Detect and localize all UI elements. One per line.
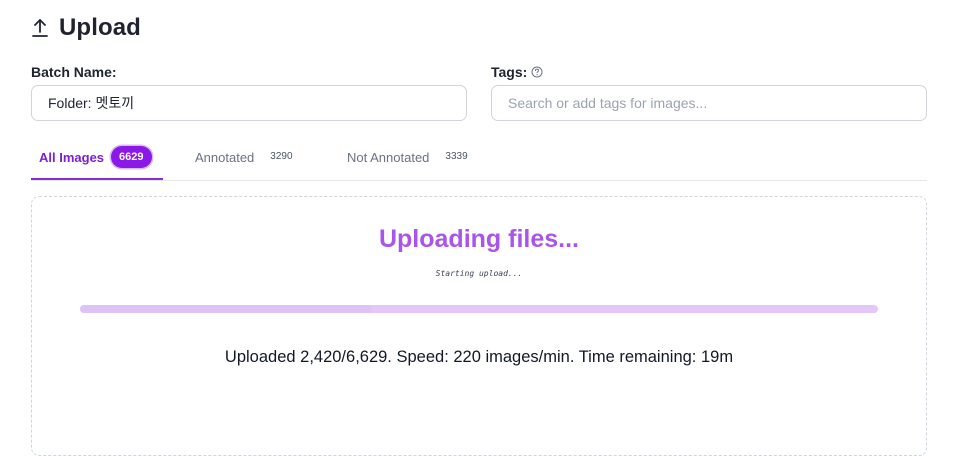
tags-label-row: Tags: [491,64,543,80]
question-circle-icon[interactable] [531,66,543,78]
upload-arrow-icon [32,19,48,37]
upload-dropzone[interactable]: Uploading files... Starting upload... Up… [31,196,927,456]
uploading-title: Uploading files... [378,225,579,253]
upload-stats-text: Uploaded 2,420/6,629. Speed: 220 images/… [224,348,734,366]
image-filter-tabs: All Images 6629 Annotated 3290 Not Annot… [31,140,927,181]
page-header: Upload [31,12,141,44]
upload-progress-fill [80,305,372,313]
tags-search-input[interactable] [491,85,927,121]
tab-annotated[interactable]: Annotated 3290 [195,140,293,179]
tab-annotated-label: Annotated [195,150,255,165]
page-title: Upload [59,14,141,41]
tab-not-annotated-label: Not Annotated [347,150,430,165]
tags-label: Tags: [491,64,528,80]
tab-all-images[interactable]: All Images 6629 [31,140,163,180]
upload-progress-bar [80,305,878,313]
annotated-count: 3290 [270,151,293,162]
upload-status-text: Starting upload... [435,269,523,278]
batch-name-input[interactable] [31,85,467,121]
batch-name-label: Batch Name: [31,64,117,80]
tab-not-annotated[interactable]: Not Annotated 3339 [347,140,468,179]
tab-all-images-label: All Images [39,150,105,165]
all-images-count-badge: 6629 [111,146,152,168]
not-annotated-count: 3339 [445,151,468,162]
